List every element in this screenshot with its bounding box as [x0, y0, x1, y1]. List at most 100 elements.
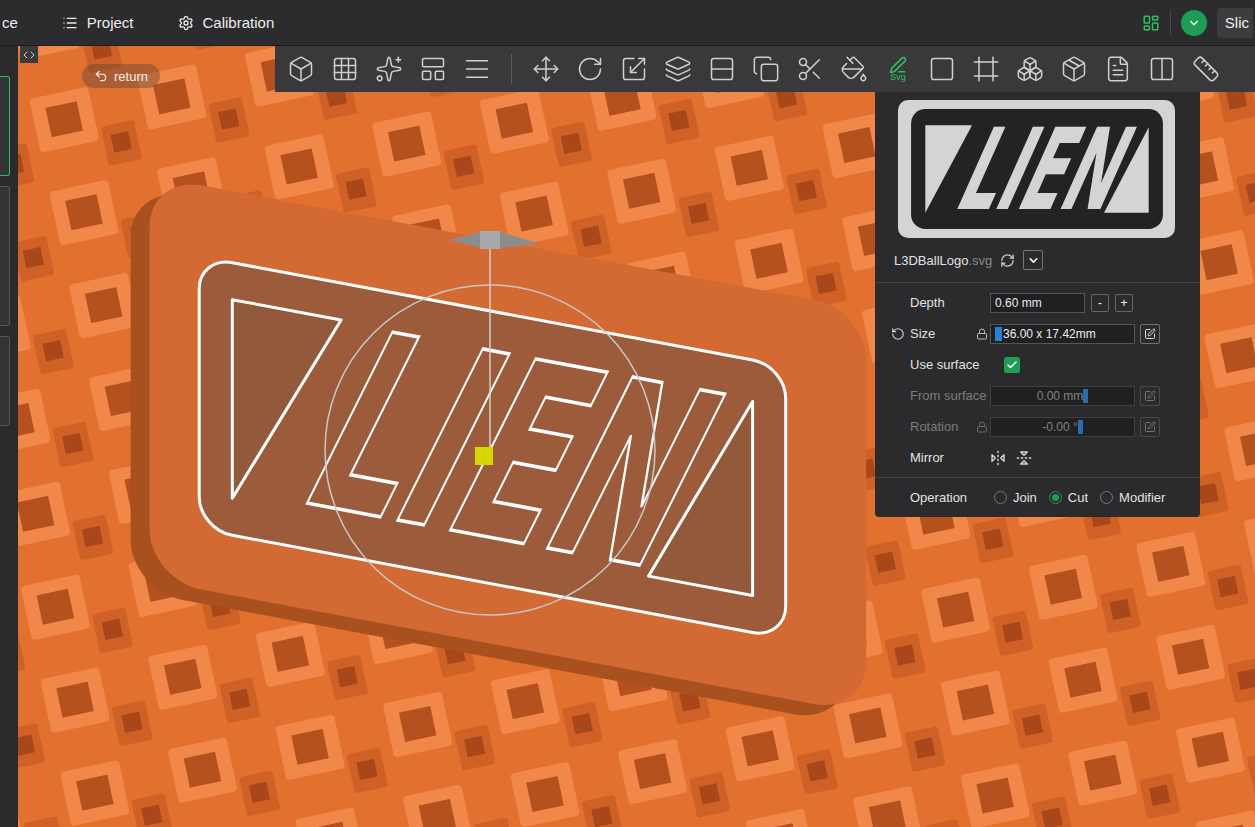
operation-radio[interactable]: Modifier: [1100, 490, 1165, 505]
slice-button[interactable]: Slic: [1217, 8, 1253, 38]
tool-button[interactable]: [1140, 48, 1184, 90]
stepper-row: Depth 0.60 mm-+: [875, 287, 1200, 318]
check-icon: [1006, 359, 1018, 371]
tool-icon: [1192, 55, 1220, 83]
return-button[interactable]: return: [82, 64, 160, 88]
tool-button[interactable]: [788, 48, 832, 90]
edit-button[interactable]: [1140, 324, 1160, 344]
size-input[interactable]: 36.00 x 17.42mm: [990, 324, 1135, 344]
operation-row: OperationJoinCutModifier: [875, 482, 1200, 513]
layout-icon[interactable]: [1142, 14, 1160, 32]
file-row: L3DBallLogo.svg: [875, 242, 1200, 278]
tool-button[interactable]: [744, 48, 788, 90]
tool-icon: [1016, 55, 1044, 83]
slider-handle: [1083, 389, 1088, 403]
use-surface-checkbox[interactable]: [1004, 357, 1020, 373]
tool-icon: [463, 55, 491, 83]
separator: [875, 477, 1200, 478]
tool-button[interactable]: [411, 48, 455, 90]
menu-item[interactable]: Calibration: [178, 14, 275, 31]
chevron-icon: [1187, 16, 1201, 30]
tool-button[interactable]: [1184, 48, 1228, 90]
radio-dot: [1100, 491, 1113, 504]
tool-button[interactable]: [832, 48, 876, 90]
strip-mark: [0, 186, 10, 326]
lead-slot: [891, 327, 910, 341]
edit-icon: [1144, 421, 1156, 433]
toolbar-separator: [511, 54, 512, 84]
strip-mark: [0, 76, 10, 176]
lock-icon[interactable]: [976, 421, 988, 433]
reload-icon[interactable]: [1000, 253, 1015, 268]
3d-viewport[interactable]: LIEN return Svg LIEN L3DBallLogo.svg Depth 0.6…: [18, 46, 1255, 827]
dropdown-button[interactable]: [1181, 10, 1207, 36]
plate-face: [150, 176, 867, 714]
emboss-panel: LIENL3DBallLogo.svgDepth0.60 mm-+Size36.…: [875, 92, 1200, 517]
value-input[interactable]: -0.00 °: [990, 417, 1135, 437]
separator: [1170, 11, 1171, 35]
tool-button[interactable]: [1052, 48, 1096, 90]
logo-preview: LIEN: [911, 104, 1163, 235]
tool-button[interactable]: [964, 48, 1008, 90]
axis-line: [489, 242, 491, 455]
tool-button[interactable]: [920, 48, 964, 90]
tool-button[interactable]: [656, 48, 700, 90]
gear-icon: [178, 15, 194, 31]
lattice-background: [18, 46, 1255, 827]
arrow-right-icon[interactable]: [500, 232, 540, 248]
logo-text: LIEN: [266, 283, 761, 623]
svg-tool-button[interactable]: Svg: [876, 48, 920, 90]
top-menu: ce Project Calibration: [0, 14, 274, 31]
tool-button[interactable]: [279, 48, 323, 90]
tool-icon: [419, 55, 447, 83]
operation-radio[interactable]: Cut: [1049, 490, 1088, 505]
lock-icon[interactable]: [976, 328, 988, 340]
tool-group: [279, 48, 499, 90]
file-dropdown[interactable]: [1023, 250, 1043, 270]
row-label: Mirror: [910, 450, 976, 465]
row-label: Rotation: [910, 419, 976, 434]
arrow-left-icon[interactable]: [450, 232, 480, 248]
logo-frame: [199, 257, 786, 639]
slider-handle: [1078, 420, 1083, 434]
tool-button[interactable]: [323, 48, 367, 90]
edit-button[interactable]: [1140, 417, 1160, 437]
tool-button[interactable]: [1096, 48, 1140, 90]
list-icon: [62, 15, 78, 31]
plate-object[interactable]: LIEN: [131, 172, 867, 728]
svg-preview: LIEN: [898, 100, 1175, 238]
tool-button[interactable]: [524, 48, 568, 90]
mirror-vertical-icon[interactable]: [1016, 450, 1032, 466]
mirror-horizontal-icon[interactable]: [990, 450, 1006, 466]
tool-icon: [752, 55, 780, 83]
operation-radio[interactable]: Join: [994, 490, 1037, 505]
logo-preview-image: LIEN: [905, 103, 1169, 235]
menu-item[interactable]: Project: [62, 14, 134, 31]
menu-item[interactable]: ce: [2, 14, 18, 31]
value-input[interactable]: 0.00 mm: [990, 386, 1135, 406]
tool-button[interactable]: [700, 48, 744, 90]
plus-button[interactable]: +: [1115, 294, 1133, 312]
edit-button[interactable]: [1140, 386, 1160, 406]
reset-icon[interactable]: [891, 327, 905, 341]
radio-dot: [994, 491, 1007, 504]
tool-button[interactable]: [568, 48, 612, 90]
tool-button[interactable]: [1008, 48, 1052, 90]
move-gizmo[interactable]: [325, 231, 655, 615]
gizmo-cube[interactable]: [475, 447, 493, 465]
tool-icon: [928, 55, 956, 83]
tool-icon: [708, 55, 736, 83]
logo-text: LIEN: [939, 104, 1151, 235]
tool-icon: [796, 55, 824, 83]
collapse-tab[interactable]: [20, 46, 38, 63]
mirror-buttons: [990, 450, 1032, 466]
body: LIEN return Svg LIEN L3DBallLogo.svg Depth 0.6…: [0, 46, 1255, 827]
tool-button[interactable]: [612, 48, 656, 90]
edit-row: Rotation -0.00 °: [875, 411, 1200, 442]
row-label: Depth: [910, 295, 976, 310]
row-label: Use surface: [910, 357, 976, 372]
tool-button[interactable]: [367, 48, 411, 90]
depth-input[interactable]: 0.60 mm: [990, 293, 1085, 313]
minus-button[interactable]: -: [1091, 294, 1109, 312]
tool-button[interactable]: [455, 48, 499, 90]
